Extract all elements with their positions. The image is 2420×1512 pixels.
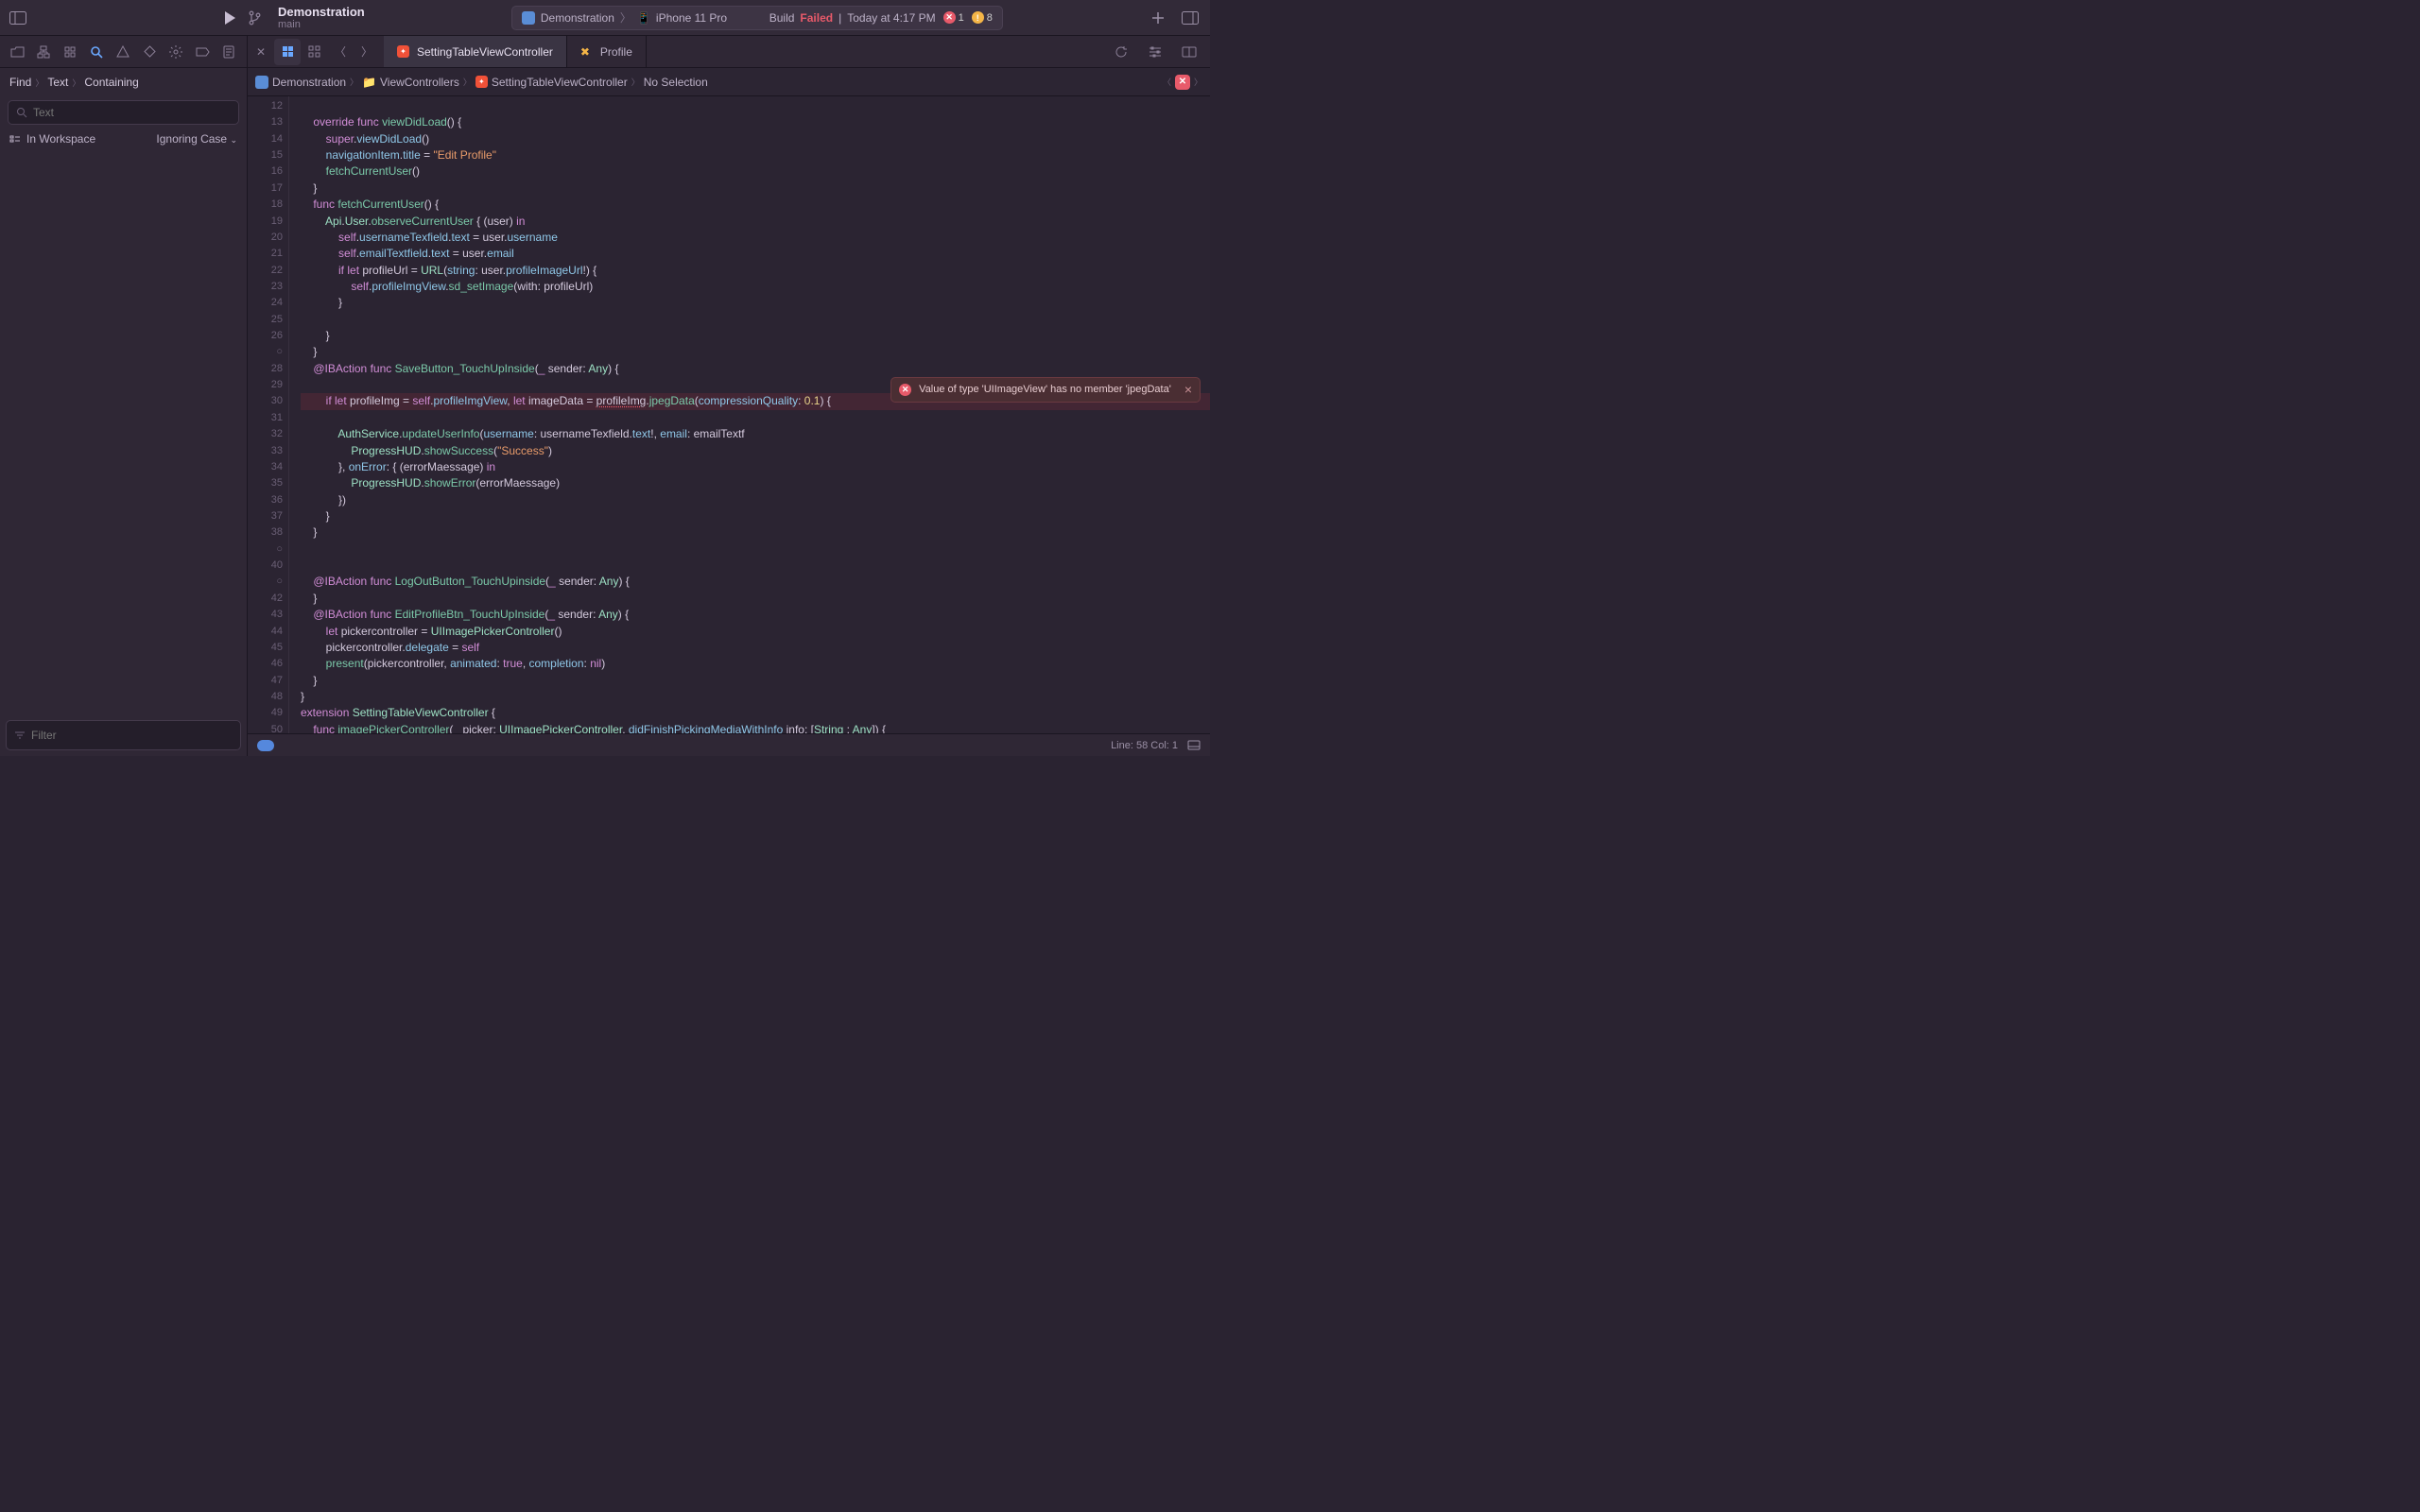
status-bar: Line: 58 Col: 1	[248, 733, 1210, 756]
warning-count-badge[interactable]: !8	[972, 11, 993, 24]
scheme-branch: main	[278, 19, 365, 30]
add-editor-icon[interactable]	[1176, 39, 1202, 65]
swift-file-icon: ✦	[397, 45, 409, 58]
run-button[interactable]	[219, 8, 240, 28]
cursor-position: Line: 58 Col: 1	[1111, 740, 1178, 751]
device-icon: 📱	[637, 11, 650, 25]
project-navigator-icon[interactable]	[6, 41, 28, 63]
find-navigator-icon[interactable]	[85, 41, 108, 63]
inline-error-popup[interactable]: ✕ Value of type 'UIImageView' has no mem…	[890, 377, 1201, 403]
symbol-navigator-icon[interactable]	[59, 41, 81, 63]
search-scope-selector[interactable]: In Workspace	[9, 132, 95, 146]
jump-bar[interactable]: Demonstration〉 📁 ViewControllers〉 ✦ Sett…	[248, 68, 1210, 96]
tab-settingcontroller[interactable]: ✦ SettingTableViewController	[384, 36, 567, 67]
project-icon: ✖︎	[580, 45, 593, 58]
adjust-editor-icon[interactable]	[1142, 39, 1168, 65]
activity-target: Demonstration	[541, 11, 614, 25]
scheme-name: Demonstration	[278, 5, 365, 19]
issue-navigator-icon[interactable]	[112, 41, 134, 63]
refresh-icon[interactable]	[1108, 39, 1134, 65]
add-tab-icon[interactable]	[1148, 8, 1168, 28]
search-icon	[16, 107, 27, 118]
navigator-selector	[0, 36, 247, 68]
report-navigator-icon[interactable]	[217, 41, 240, 63]
crumb-error-icon[interactable]: ✕	[1175, 75, 1190, 90]
nav-forward-icon[interactable]: 〉	[354, 39, 380, 65]
activity-device: iPhone 11 Pro	[656, 11, 727, 25]
debug-area-toggle[interactable]	[257, 740, 274, 751]
test-navigator-icon[interactable]	[138, 41, 161, 63]
close-tab-icon[interactable]: ✕	[248, 39, 274, 65]
grid-icon[interactable]	[301, 39, 327, 65]
case-selector[interactable]: Ignoring Case ⌄	[156, 132, 237, 146]
nav-back-icon[interactable]: 〈	[327, 39, 354, 65]
code-editor[interactable]: 1213141516171819202122232425262829303132…	[248, 96, 1210, 733]
tab-profile[interactable]: ✖︎ Profile	[567, 36, 647, 67]
build-failed: Failed	[800, 11, 833, 25]
project-crumb-icon	[255, 76, 268, 89]
folder-icon: 📁	[362, 76, 376, 89]
activity-view[interactable]: Demonstration 〉 📱 iPhone 11 Pro Build Fa…	[511, 6, 1003, 30]
scheme-selector[interactable]: Demonstration main	[278, 5, 365, 30]
filter-input[interactable]	[6, 720, 241, 750]
minimap-toggle-icon[interactable]	[1187, 740, 1201, 750]
find-scope-bar[interactable]: Find〉 Text〉 Containing	[0, 68, 247, 96]
swift-file-icon: ✦	[475, 76, 488, 88]
crumb-prev-icon[interactable]: 〈	[1163, 76, 1171, 88]
line-gutter: 1213141516171819202122232425262829303132…	[248, 96, 289, 733]
build-timestamp: Today at 4:17 PM	[847, 11, 935, 25]
tab-bar: ✕ 〈 〉 ✦ SettingTableViewController ✖︎ Pr…	[248, 36, 1210, 68]
close-error-icon[interactable]: ×	[1184, 382, 1192, 398]
branch-icon	[248, 10, 261, 26]
editor-area: ✕ 〈 〉 ✦ SettingTableViewController ✖︎ Pr…	[248, 36, 1210, 756]
debug-navigator-icon[interactable]	[164, 41, 187, 63]
source-control-icon[interactable]	[32, 41, 55, 63]
filter-icon	[14, 730, 26, 740]
code-content[interactable]: override func viewDidLoad() { super.view…	[289, 96, 1210, 733]
library-icon[interactable]	[1180, 8, 1201, 28]
scope-icon	[9, 134, 21, 144]
crumb-next-icon[interactable]: 〉	[1194, 76, 1202, 88]
search-input[interactable]	[8, 100, 239, 125]
navigator-sidebar: Find〉 Text〉 Containing In Workspace Igno…	[0, 36, 248, 756]
toolbar: Demonstration main Demonstration 〉 📱 iPh…	[0, 0, 1210, 36]
related-items-icon[interactable]	[274, 39, 301, 65]
toggle-sidebar-icon[interactable]	[8, 8, 28, 28]
error-count-badge[interactable]: ✕1	[943, 11, 964, 24]
breakpoint-navigator-icon[interactable]	[191, 41, 214, 63]
